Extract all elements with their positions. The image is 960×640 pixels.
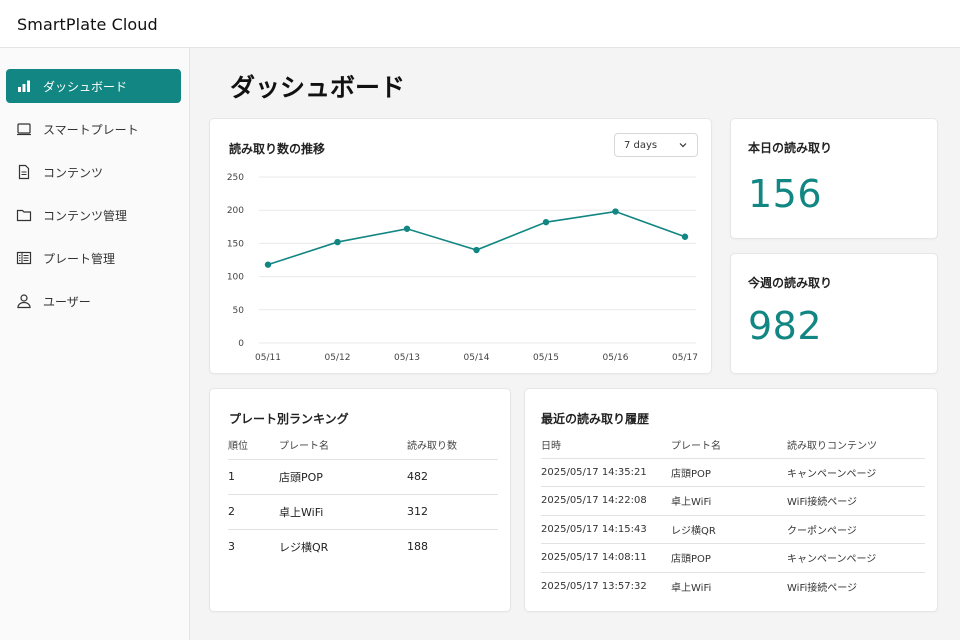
sidebar-item-content-management[interactable]: コンテンツ管理 <box>6 198 181 232</box>
data-point <box>264 261 272 268</box>
plate-name-cell: 卓上WiFi <box>279 494 407 530</box>
plate-name-cell: レジ横QR <box>671 515 787 544</box>
rank-cell: 2 <box>228 494 279 530</box>
table-header-row: 日時 プレート名 読み取りコンテンツ <box>541 431 925 459</box>
read-history-card: 最近の読み取り履歴 日時 プレート名 読み取りコンテンツ 2025/05/17 … <box>524 388 938 612</box>
table-row[interactable]: 2025/05/17 13:57:32 卓上WiFi WiFi接続ページ <box>541 572 925 601</box>
sidebar-item-label: コンテンツ管理 <box>43 208 128 223</box>
plate-ranking-title: プレート別ランキング <box>229 412 349 426</box>
week-reads-label: 今週の読み取り <box>748 276 833 290</box>
x-tick-label: 05/13 <box>394 353 420 363</box>
data-point <box>612 208 619 215</box>
table-row[interactable]: 2025/05/17 14:15:43 レジ横QR クーポンページ <box>541 515 925 544</box>
content-cell: WiFi接続ページ <box>787 583 858 594</box>
x-tick-label: 05/17 <box>672 353 698 363</box>
y-tick-label: 150 <box>227 239 244 249</box>
table-row[interactable]: 2025/05/17 14:35:21 店頭POP キャンペーンページ <box>541 458 925 487</box>
table-row[interactable]: 2025/05/17 14:22:08 卓上WiFi WiFi接続ページ <box>541 486 925 516</box>
bar-chart-icon <box>16 78 32 94</box>
rank-cell: 1 <box>228 459 279 495</box>
column-header: 順位 <box>228 431 279 460</box>
list-icon <box>16 250 32 266</box>
page-title: ダッシュボード <box>230 73 406 102</box>
y-tick-label: 50 <box>233 306 245 316</box>
sidebar-item-plate-management[interactable]: プレート管理 <box>6 241 181 275</box>
y-tick-label: 200 <box>227 206 244 216</box>
sidebar-item-users[interactable]: ユーザー <box>6 284 181 318</box>
column-header: プレート名 <box>279 431 407 460</box>
plate-name-cell: 店頭POP <box>279 459 407 495</box>
plate-name-cell: 店頭POP <box>671 543 787 573</box>
sidebar-item-contents[interactable]: コンテンツ <box>6 155 181 189</box>
sidebar-item-label: プレート管理 <box>43 251 116 266</box>
content-cell: キャンペーンページ <box>787 543 925 573</box>
app-title: SmartPlate Cloud <box>17 15 158 34</box>
column-header: プレート名 <box>671 431 787 459</box>
read-count-cell: 312 <box>407 494 498 530</box>
read-count-cell: 188 <box>407 540 428 554</box>
data-point <box>681 233 689 240</box>
x-tick-label: 05/16 <box>603 353 629 363</box>
datetime-cell: 2025/05/17 14:35:21 <box>541 458 671 487</box>
sidebar-item-label: スマートプレート <box>43 122 139 137</box>
plate-name-cell: 卓上WiFi <box>671 583 712 594</box>
main-content: ダッシュボード 読み取り数の推移 7 days 0 50 100 150 200 250 0… <box>190 48 960 640</box>
plate-icon <box>16 121 32 137</box>
today-reads-card: 本日の読み取り 156 <box>730 118 938 239</box>
x-tick-label: 05/12 <box>325 353 351 363</box>
plate-name-cell: 店頭POP <box>671 458 787 487</box>
plate-ranking-table: 順位 プレート名 読み取り数 1 店頭POP 482 2 卓上WiFi 3 12 … <box>228 431 498 564</box>
column-header: 読み取りコンテンツ <box>787 431 925 459</box>
sidebar-item-label: ダッシュボード <box>43 79 128 94</box>
table-row[interactable]: 2025/05/17 14:08:11 店頭POP キャンペーンページ <box>541 543 925 573</box>
content-cell: クーポンページ <box>787 515 925 544</box>
document-icon <box>16 164 32 180</box>
sidebar: ダッシュボード スマートプレート コンテンツ コンテンツ管理 プレート管理 ユー… <box>0 48 190 640</box>
sidebar-item-label: ユーザー <box>43 294 91 309</box>
folder-icon <box>16 207 32 223</box>
content-cell: WiFi接続ページ <box>787 486 925 516</box>
plate-name-cell: レジ横QR <box>279 540 329 554</box>
rank-cell: 3 <box>228 540 235 554</box>
top-bar: SmartPlate Cloud <box>0 0 960 48</box>
y-tick-label: 100 <box>227 273 244 283</box>
x-tick-label: 05/14 <box>464 353 490 363</box>
content-cell: キャンペーンページ <box>787 458 925 487</box>
series-line <box>267 210 686 266</box>
week-reads-card: 今週の読み取り 982 <box>730 253 938 374</box>
y-tick-label: 0 <box>238 339 244 349</box>
today-reads-value: 156 <box>748 172 823 216</box>
today-reads-label: 本日の読み取り <box>748 141 833 155</box>
sidebar-item-smart-plate[interactable]: スマートプレート <box>6 112 181 146</box>
column-header: 読み取り数 <box>407 431 498 460</box>
data-point <box>403 225 411 232</box>
read-count-cell: 482 <box>407 459 498 495</box>
data-point <box>473 246 480 254</box>
data-point <box>334 238 341 246</box>
week-reads-value: 982 <box>748 304 823 348</box>
table-row[interactable]: 2 卓上WiFi 312 <box>228 494 498 530</box>
data-point <box>542 218 550 226</box>
datetime-cell: 2025/05/17 14:08:11 <box>541 543 671 573</box>
datetime-cell: 2025/05/17 13:57:32 <box>541 581 647 592</box>
user-icon <box>16 293 32 309</box>
read-history-title: 最近の読み取り履歴 <box>541 412 650 426</box>
datetime-cell: 2025/05/17 14:15:43 <box>541 515 671 544</box>
table-row[interactable]: 3 レジ横QR 188 <box>228 529 498 564</box>
sidebar-item-label: コンテンツ <box>43 165 104 180</box>
sidebar-item-dashboard[interactable]: ダッシュボード <box>6 69 181 103</box>
read-history-table: 日時 プレート名 読み取りコンテンツ 2025/05/17 14:35:21 店… <box>541 431 925 601</box>
column-header: 日時 <box>541 431 671 459</box>
trend-line-chart: 0 50 100 150 200 250 05/11 05/12 05/13 05/14 05/15… <box>227 173 698 363</box>
plate-ranking-card: プレート別ランキング 順位 プレート名 読み取り数 1 店頭POP 482 2 … <box>209 388 511 612</box>
x-tick-label: 05/15 <box>533 353 559 363</box>
table-row[interactable]: 1 店頭POP 482 <box>228 459 498 495</box>
x-tick-label: 05/11 <box>255 353 281 363</box>
table-header-row: 順位 プレート名 読み取り数 <box>228 431 498 460</box>
trend-chart-card: 読み取り数の推移 7 days 0 50 100 150 200 250 05/11 05/1… <box>209 118 712 374</box>
plate-name-cell: 卓上WiFi <box>671 486 787 516</box>
y-tick-label: 250 <box>227 173 244 183</box>
datetime-cell: 2025/05/17 14:22:08 <box>541 486 671 516</box>
